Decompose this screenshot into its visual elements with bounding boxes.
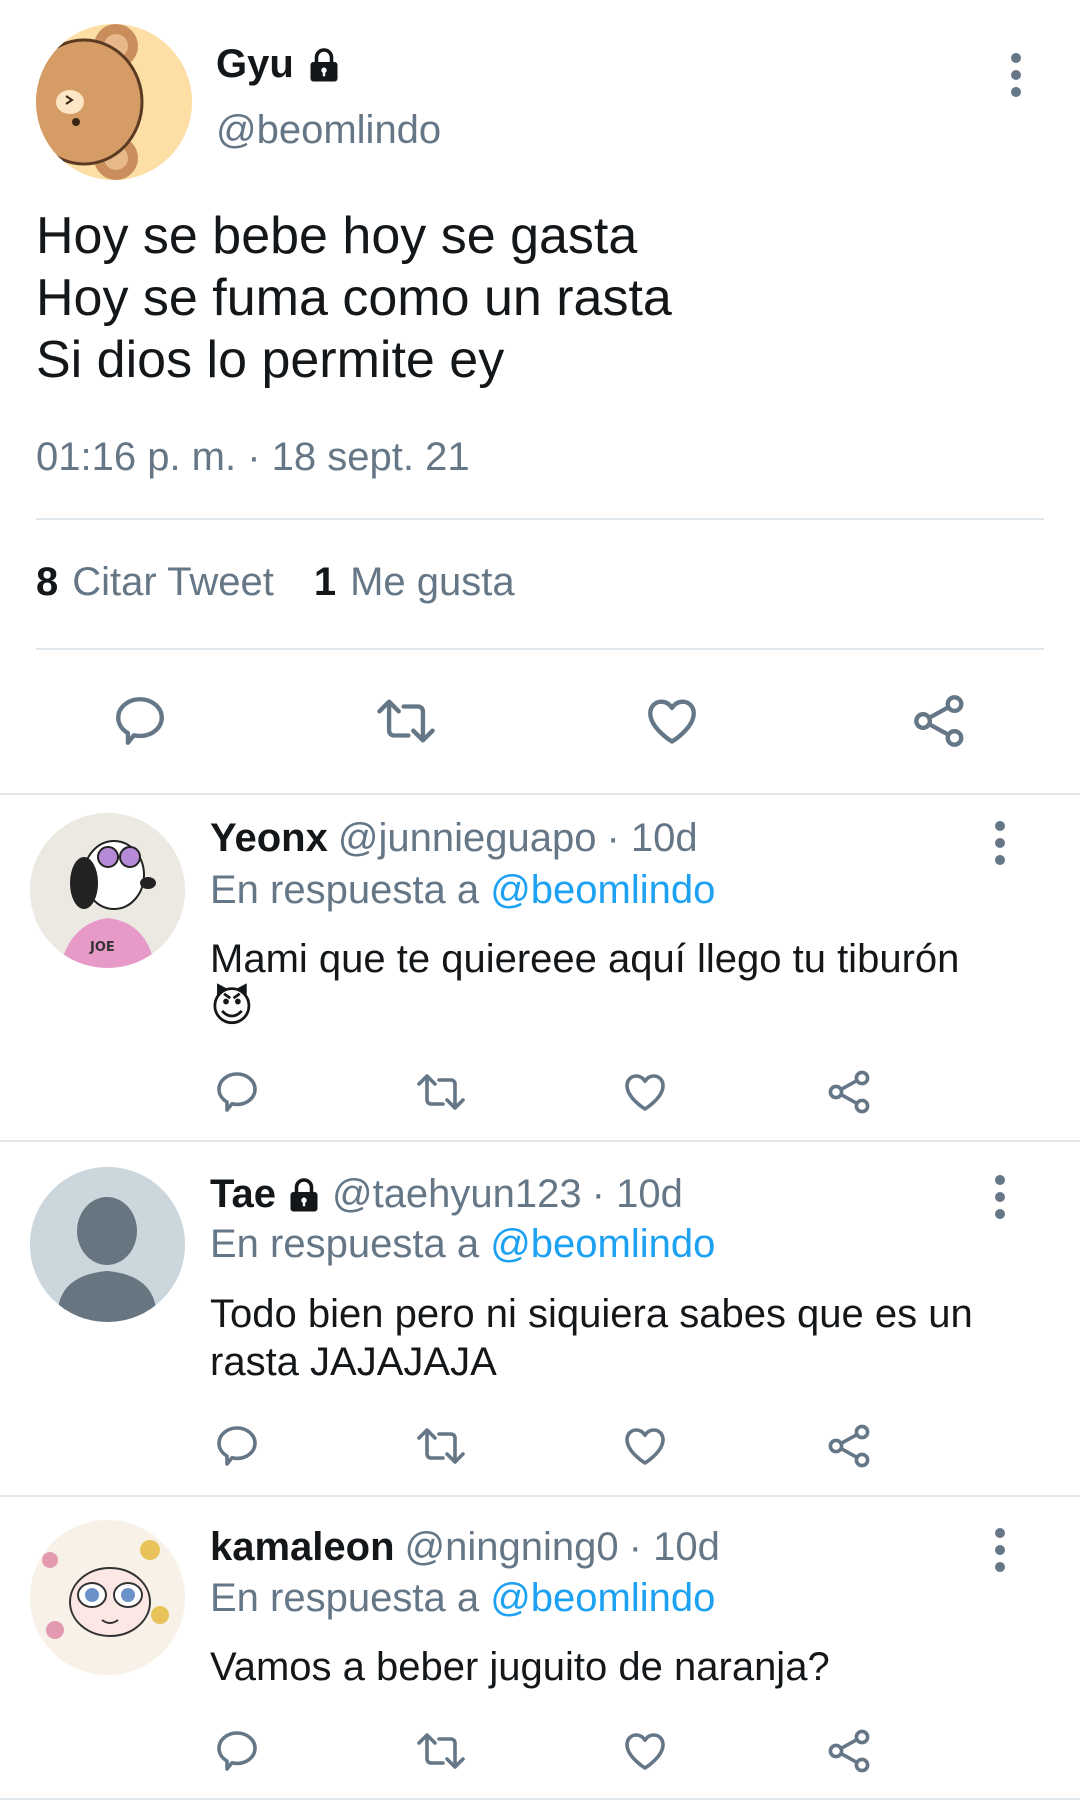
tweet-stats: 8 Citar Tweet 1 Me gusta (36, 560, 515, 605)
reply-actions (0, 1422, 1080, 1472)
lock-icon (286, 1177, 322, 1213)
reply-author-name[interactable]: Tae (210, 1172, 322, 1217)
share-icon[interactable] (826, 1068, 874, 1116)
quote-stat[interactable]: 8 Citar Tweet (36, 560, 274, 605)
reply-author-handle[interactable]: @ningning0 (405, 1525, 619, 1570)
reply-header: Yeonx @junnieguapo · 10d (210, 816, 698, 861)
replying-to: En respuesta a @beomlindo (210, 1222, 715, 1267)
replying-to-prefix: En respuesta a (210, 1576, 480, 1620)
reply-header: Tae @taehyun123 · 10d (210, 1172, 683, 1217)
share-icon[interactable] (826, 1422, 874, 1470)
reply-header: kamaleon @ningning0 · 10d (210, 1525, 720, 1570)
reply-author-name-text: Tae (210, 1172, 276, 1216)
author-handle[interactable]: @beomlindo (216, 108, 441, 153)
tweet-actions (0, 692, 1080, 752)
svg-text:JOE: JOE (89, 940, 115, 955)
reply-time: · 10d (628, 1525, 720, 1569)
replying-to-prefix: En respuesta a (210, 1222, 480, 1266)
lock-icon (306, 47, 342, 83)
like-icon[interactable] (642, 692, 702, 750)
like-count: 1 (313, 560, 337, 604)
retweet-icon[interactable] (373, 692, 439, 750)
reply-text: Todo bien pero ni siquiera sabes que es … (210, 1292, 973, 1384)
replying-to-handle[interactable]: @beomlindo (490, 1576, 715, 1620)
like-icon[interactable] (621, 1068, 669, 1116)
share-icon[interactable] (826, 1727, 874, 1775)
reply-author-handle[interactable]: @taehyun123 (332, 1172, 582, 1217)
reply-text-body: Mami que te quiereee aquí llego tu tibur… (210, 937, 960, 981)
reply-icon[interactable] (110, 692, 170, 750)
replying-to-handle[interactable]: @beomlindo (490, 868, 715, 912)
quote-count: 8 (36, 560, 59, 604)
divider (36, 648, 1044, 650)
replying-to-prefix: En respuesta a (210, 868, 480, 912)
tweet-timestamp: 01:16 p. m. · 18 sept. 21 (36, 435, 470, 479)
divider (0, 1798, 1080, 1800)
reply-actions (0, 1068, 1080, 1118)
reply-time: · 10d (606, 816, 698, 860)
reply-text: Vamos a beber juguito de naranja? (210, 1645, 830, 1689)
author-name-text: Gyu (216, 42, 294, 86)
reply-icon[interactable] (213, 1068, 261, 1116)
quote-label: Citar Tweet (72, 560, 274, 604)
reply-time: · 10d (591, 1172, 683, 1216)
divider (36, 518, 1044, 520)
reply-avatar[interactable] (30, 1167, 185, 1322)
devil-emoji-icon: 😈 (210, 983, 254, 1030)
reply-avatar[interactable] (30, 1520, 185, 1675)
like-stat[interactable]: 1 Me gusta (314, 560, 515, 605)
more-options-icon[interactable] (980, 1525, 1020, 1575)
divider (0, 1140, 1080, 1142)
retweet-icon[interactable] (414, 1068, 468, 1116)
reply-author-name[interactable]: kamaleon (210, 1525, 395, 1570)
reply-avatar[interactable]: JOE (30, 813, 185, 968)
replying-to: En respuesta a @beomlindo (210, 1576, 715, 1621)
share-icon[interactable] (910, 692, 970, 750)
retweet-icon[interactable] (414, 1422, 468, 1470)
author-avatar[interactable] (36, 24, 192, 180)
reply-author-name[interactable]: Yeonx (210, 816, 328, 861)
author-name[interactable]: Gyu (216, 42, 342, 87)
more-options-icon[interactable] (996, 50, 1036, 100)
reply-icon[interactable] (213, 1727, 261, 1775)
divider (0, 1495, 1080, 1497)
like-label: Me gusta (350, 560, 515, 604)
reply-author-handle[interactable]: @junnieguapo (338, 816, 597, 861)
like-icon[interactable] (621, 1727, 669, 1775)
reply-actions (0, 1727, 1080, 1777)
divider (0, 793, 1080, 795)
more-options-icon[interactable] (980, 818, 1020, 868)
replying-to-handle[interactable]: @beomlindo (490, 1222, 715, 1266)
retweet-icon[interactable] (414, 1727, 468, 1775)
replying-to: En respuesta a @beomlindo (210, 868, 715, 913)
reply-text: Mami que te quiereee aquí llego tu tibur… (210, 935, 1030, 1032)
more-options-icon[interactable] (980, 1172, 1020, 1222)
like-icon[interactable] (621, 1422, 669, 1470)
tweet-text: Hoy se bebe hoy se gasta Hoy se fuma com… (36, 207, 672, 389)
reply-icon[interactable] (213, 1422, 261, 1470)
